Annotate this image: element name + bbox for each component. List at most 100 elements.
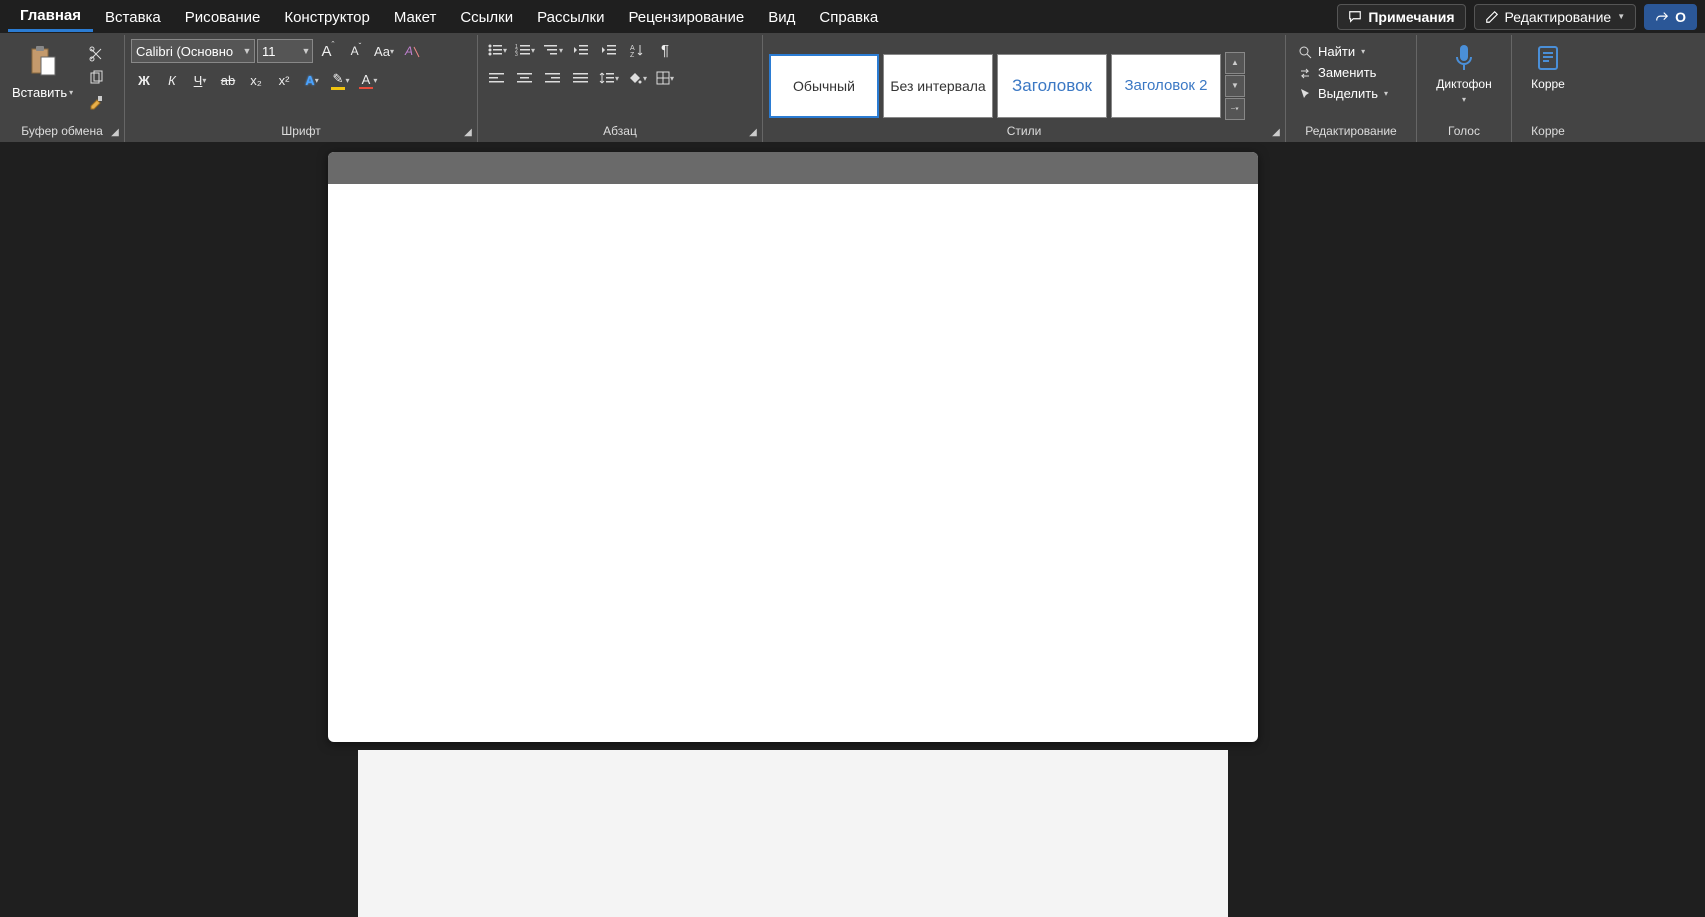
group-clipboard: Вставить ▾ Буфер обмена ◢ [0, 35, 125, 142]
comments-button[interactable]: Примечания [1337, 4, 1465, 30]
editing-mode-button[interactable]: Редактирование ▼ [1474, 4, 1637, 30]
show-marks-button[interactable]: ¶ [652, 39, 678, 61]
clipboard-launcher[interactable]: ◢ [108, 126, 122, 140]
borders-button[interactable]: ▾ [652, 67, 678, 89]
ribbon: Вставить ▾ Буфер обмена ◢ ▼ ▼ Aˆ Aˇ Aa▾ … [0, 35, 1705, 143]
tab-draw[interactable]: Рисование [173, 3, 273, 31]
microphone-icon [1453, 43, 1475, 73]
cursor-icon [1298, 87, 1312, 101]
italic-button[interactable]: К [159, 69, 185, 91]
bucket-icon [627, 71, 643, 85]
group-label-font: Шрифт [131, 124, 471, 140]
superscript-button[interactable]: x² [271, 69, 297, 91]
find-label: Найти [1318, 44, 1355, 59]
increase-indent-button[interactable] [596, 39, 622, 61]
line-spacing-button[interactable]: ▾ [596, 67, 622, 89]
paragraph-launcher[interactable]: ◢ [746, 126, 760, 140]
comment-icon [1348, 10, 1362, 24]
style-no-spacing[interactable]: Без интервала [883, 54, 993, 118]
replace-button[interactable]: Заменить [1292, 62, 1382, 83]
group-editor: Корре Корре [1512, 35, 1584, 142]
tab-design[interactable]: Конструктор [272, 3, 382, 31]
tab-help[interactable]: Справка [807, 3, 890, 31]
styles-launcher[interactable]: ◢ [1269, 126, 1283, 140]
align-right-button[interactable] [540, 67, 566, 89]
tab-layout[interactable]: Макет [382, 3, 448, 31]
editor-label: Корре [1531, 77, 1565, 91]
document-page-2[interactable] [358, 750, 1228, 917]
tab-home[interactable]: Главная [8, 1, 93, 32]
font-size-input[interactable] [258, 44, 300, 59]
styles-expand[interactable]: ⎯▾ [1225, 98, 1245, 120]
chevron-down-icon[interactable]: ▼ [300, 46, 312, 56]
styles-scroll-up[interactable]: ▲ [1225, 52, 1245, 74]
font-family-combo[interactable]: ▼ [131, 39, 255, 63]
copy-button[interactable] [83, 67, 109, 89]
cut-button[interactable] [83, 43, 109, 65]
font-launcher[interactable]: ◢ [461, 126, 475, 140]
multilevel-icon [543, 43, 559, 57]
sort-button[interactable]: AZ [624, 39, 650, 61]
outdent-icon [573, 43, 589, 57]
font-family-input[interactable] [132, 44, 240, 59]
decrease-indent-button[interactable] [568, 39, 594, 61]
bullets-button[interactable]: ▾ [484, 39, 510, 61]
select-button[interactable]: Выделить▾ [1292, 83, 1394, 104]
align-left-button[interactable] [484, 67, 510, 89]
align-center-button[interactable] [512, 67, 538, 89]
increase-font-button[interactable]: Aˆ [315, 40, 341, 62]
shading-button[interactable]: ▾ [624, 67, 650, 89]
change-case-button[interactable]: Aa▾ [371, 40, 397, 62]
style-normal[interactable]: Обычный [769, 54, 879, 118]
format-painter-button[interactable] [83, 91, 109, 113]
decrease-font-button[interactable]: Aˇ [343, 40, 369, 62]
highlight-button[interactable]: ✎▾ [327, 69, 353, 91]
editor-button[interactable]: Корре [1521, 39, 1575, 95]
style-heading-2[interactable]: Заголовок 2 [1111, 54, 1221, 118]
replace-icon [1298, 66, 1312, 80]
scissors-icon [88, 46, 104, 62]
svg-text:A: A [630, 45, 635, 52]
numbering-button[interactable]: 123▾ [512, 39, 538, 61]
bold-button[interactable]: Ж [131, 69, 157, 91]
subscript-button[interactable]: x₂ [243, 69, 269, 91]
document-page-1[interactable] [328, 152, 1258, 742]
chevron-down-icon[interactable]: ▼ [240, 46, 254, 56]
font-size-combo[interactable]: ▼ [257, 39, 313, 63]
paste-button[interactable]: Вставить ▾ [6, 39, 79, 104]
text-effects-button[interactable]: A▾ [299, 69, 325, 91]
font-color-button[interactable]: A▾ [355, 69, 381, 91]
strikethrough-button[interactable]: ab [215, 69, 241, 91]
clear-formatting-button[interactable]: A [399, 40, 425, 62]
indent-icon [601, 43, 617, 57]
paste-icon [26, 43, 60, 83]
group-styles: Обычный Без интервала Заголовок Заголово… [763, 35, 1286, 142]
paste-label: Вставить [12, 85, 67, 100]
comments-label: Примечания [1368, 9, 1454, 25]
tab-view[interactable]: Вид [756, 3, 807, 31]
dictate-button[interactable]: Диктофон ▾ [1426, 39, 1501, 108]
borders-icon [656, 71, 670, 85]
share-button[interactable]: О [1644, 4, 1697, 30]
group-label-editing: Редактирование [1292, 124, 1410, 140]
styles-scroll-down[interactable]: ▼ [1225, 75, 1245, 97]
underline-button[interactable]: Ч▾ [187, 69, 213, 91]
align-left-icon [489, 72, 505, 84]
group-font: ▼ ▼ Aˆ Aˇ Aa▾ A Ж К Ч▾ ab x₂ x² A▾ ✎▾ A▾… [125, 35, 478, 142]
svg-text:Z: Z [630, 52, 635, 57]
dictate-label: Диктофон [1436, 77, 1491, 91]
replace-label: Заменить [1318, 65, 1376, 80]
editing-mode-label: Редактирование [1505, 9, 1612, 25]
multilevel-list-button[interactable]: ▾ [540, 39, 566, 61]
copy-icon [88, 70, 104, 86]
tab-insert[interactable]: Вставка [93, 3, 173, 31]
style-heading-1[interactable]: Заголовок [997, 54, 1107, 118]
justify-button[interactable] [568, 67, 594, 89]
tab-mailings[interactable]: Рассылки [525, 3, 616, 31]
document-area[interactable] [0, 142, 1705, 917]
find-button[interactable]: Найти▾ [1292, 41, 1371, 62]
select-label: Выделить [1318, 86, 1378, 101]
editor-icon [1535, 43, 1561, 73]
tab-references[interactable]: Ссылки [448, 3, 525, 31]
tab-review[interactable]: Рецензирование [616, 3, 756, 31]
